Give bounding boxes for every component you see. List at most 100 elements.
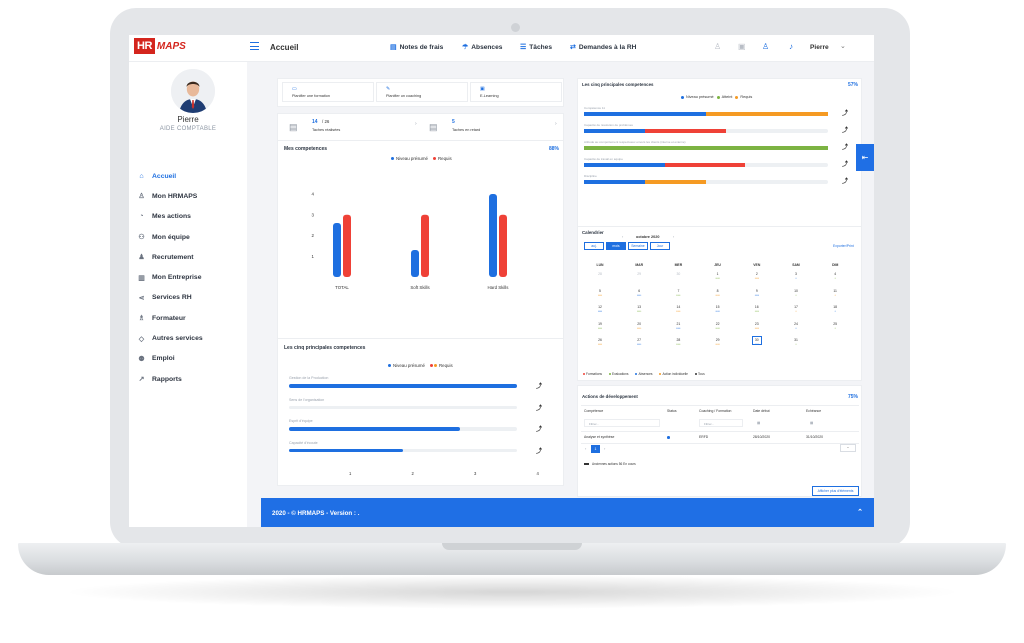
legend-action-individuelle[interactable]: Action individuelle bbox=[659, 372, 688, 376]
calendar-date[interactable]: 28 bbox=[591, 272, 609, 276]
sidebar-item-emploi[interactable]: ⚉ Emploi bbox=[134, 349, 244, 369]
nav-absences[interactable]: ☂ Absences bbox=[462, 43, 502, 52]
pagination-page[interactable]: 1 bbox=[591, 445, 600, 453]
calendar-date[interactable]: 20 bbox=[630, 322, 648, 326]
sidebar-item-mon-entreprise[interactable]: ▥ Mon Entreprise bbox=[134, 267, 244, 287]
event-markers[interactable]: •••• bbox=[748, 277, 766, 280]
user-add-icon[interactable]: ♙ bbox=[714, 42, 721, 51]
side-panel-toggle-icon[interactable]: ⇤ bbox=[856, 144, 874, 171]
page-next-icon[interactable]: › bbox=[604, 446, 605, 451]
col-coaching[interactable]: Coaching / Formation bbox=[699, 409, 731, 413]
user-menu[interactable]: Pierre bbox=[810, 44, 829, 51]
sidebar-item-mes-actions[interactable]: ◔ Mes actions bbox=[134, 207, 244, 227]
event-markers[interactable]: • bbox=[826, 310, 844, 313]
col-status[interactable]: Status bbox=[667, 409, 677, 413]
trend-icon[interactable]: ⤴ bbox=[842, 159, 848, 168]
event-markers[interactable]: • bbox=[787, 277, 805, 280]
sidebar-item-autres-services[interactable]: ◇ Autres services bbox=[134, 328, 244, 348]
event-markers[interactable]: •••• bbox=[591, 343, 609, 346]
view-today-button[interactable]: auj. bbox=[584, 242, 604, 250]
date-picker-icon[interactable]: ▦ bbox=[757, 421, 760, 425]
calendar-date[interactable]: 5 bbox=[591, 289, 609, 293]
bar-niveau[interactable] bbox=[289, 384, 517, 388]
event-markers[interactable]: •••• bbox=[591, 310, 609, 313]
event-markers[interactable]: •••• bbox=[709, 326, 727, 330]
event-markers[interactable]: • bbox=[787, 326, 805, 330]
nav-notes-de-frais[interactable]: ▤ Notes de frais bbox=[390, 43, 443, 52]
calendar-date[interactable]: 9 bbox=[748, 289, 766, 293]
avatar[interactable] bbox=[171, 69, 215, 113]
calendar-date[interactable]: 6 bbox=[630, 289, 648, 293]
bar-niveau[interactable] bbox=[489, 194, 497, 277]
trend-icon[interactable]: ⤴ bbox=[842, 176, 848, 185]
event-markers[interactable]: •••• bbox=[669, 326, 687, 330]
calendar-date[interactable]: 25 bbox=[826, 322, 844, 326]
event-markers[interactable]: •••• bbox=[630, 343, 648, 346]
event-markers[interactable]: • bbox=[826, 277, 844, 280]
page-size-select[interactable]: ⌄ bbox=[840, 444, 856, 452]
trend-icon[interactable]: ⤴ bbox=[842, 125, 848, 134]
event-markers[interactable]: •••• bbox=[669, 310, 687, 313]
calendar-date[interactable]: 23 bbox=[748, 322, 766, 326]
col-echeance[interactable]: Echéance bbox=[806, 409, 821, 413]
quick-action-elearning[interactable]: ▣ E-Learning bbox=[470, 82, 562, 102]
export-print-link[interactable]: Exporter/Print bbox=[833, 244, 854, 248]
sidebar-item-recrutement[interactable]: ♟ Recrutement bbox=[134, 247, 244, 267]
filter-coaching-input[interactable]: Filtrer... bbox=[699, 419, 743, 427]
event-markers[interactable]: •••• bbox=[630, 293, 648, 297]
calendar-date[interactable]: 8 bbox=[709, 289, 727, 293]
view-day-button[interactable]: Jour bbox=[650, 242, 670, 250]
event-markers[interactable]: •••• bbox=[709, 343, 727, 346]
trend-icon[interactable]: ⤴ bbox=[536, 381, 542, 390]
sidebar-item-services-rh[interactable]: ⋖ Services RH bbox=[134, 288, 244, 308]
bar-segment-orange[interactable] bbox=[645, 180, 706, 184]
quick-action-formation[interactable]: ▭ Planifier une formation bbox=[282, 82, 374, 102]
bar-niveau[interactable] bbox=[411, 250, 419, 277]
calendar-month[interactable]: octobre 2020 bbox=[636, 235, 659, 239]
sidebar-item-mon-hrmaps[interactable]: ♙ Mon HRMAPS bbox=[134, 186, 244, 206]
view-week-button[interactable]: Semaine bbox=[628, 242, 648, 250]
filter-competence-input[interactable]: Filtrer... bbox=[584, 419, 660, 427]
calendar-date[interactable]: 11 bbox=[826, 289, 844, 293]
event-markers[interactable]: •••• bbox=[709, 310, 727, 313]
document-icon[interactable]: ▣ bbox=[738, 42, 746, 51]
bar-requis[interactable] bbox=[421, 214, 429, 277]
sidebar-item-formateur[interactable]: ♗ Formateur bbox=[134, 308, 244, 328]
trend-icon[interactable]: ⤴ bbox=[536, 424, 542, 433]
nav-demandes-rh[interactable]: ⇄ Demandes à la RH bbox=[570, 43, 636, 52]
event-markers[interactable]: •••• bbox=[669, 293, 687, 297]
page-prev-icon[interactable]: ‹ bbox=[585, 446, 586, 451]
bar-segment-blue[interactable] bbox=[584, 163, 665, 167]
event-markers[interactable]: •••• bbox=[591, 326, 609, 330]
quick-action-coaching[interactable]: ✎ Planifier un coaching bbox=[376, 82, 468, 102]
bar-niveau[interactable] bbox=[333, 223, 341, 277]
bar-niveau[interactable] bbox=[289, 427, 460, 431]
calendar-date[interactable]: 10 bbox=[787, 289, 805, 293]
calendar-date[interactable]: 7 bbox=[669, 289, 687, 293]
sidebar-item-mon-equipe[interactable]: ⚇ Mon équipe bbox=[134, 227, 244, 247]
legend-tous[interactable]: Tous bbox=[694, 372, 705, 376]
event-markers[interactable]: •••• bbox=[709, 293, 727, 297]
profile-icon[interactable]: ♙ bbox=[762, 42, 769, 51]
bar-requis[interactable] bbox=[343, 214, 351, 277]
menu-icon[interactable] bbox=[250, 42, 259, 50]
trend-icon[interactable]: ⤴ bbox=[536, 403, 542, 412]
sidebar-item-rapports[interactable]: ↗ Rapports bbox=[134, 369, 244, 389]
legend-formations[interactable]: Formations bbox=[583, 372, 602, 376]
calendar-next-icon[interactable]: › bbox=[673, 235, 674, 239]
event-markers[interactable]: •••• bbox=[591, 293, 609, 297]
event-markers[interactable]: •••• bbox=[709, 277, 727, 280]
calendar-date[interactable]: 24 bbox=[787, 322, 805, 326]
calendar-date[interactable]: 30 bbox=[669, 272, 687, 276]
sidebar-item-accueil[interactable]: ⌂ Accueil bbox=[134, 166, 244, 186]
chevron-right-icon[interactable]: › bbox=[555, 121, 557, 127]
row-competence[interactable]: Analyse et synthèse bbox=[584, 435, 614, 439]
calendar-date[interactable]: 29 bbox=[630, 272, 648, 276]
bar-segment-orange[interactable] bbox=[706, 112, 828, 116]
event-markers[interactable]: •••• bbox=[669, 343, 687, 346]
trend-icon[interactable]: ⤴ bbox=[536, 446, 542, 455]
bar-segment-red[interactable] bbox=[645, 129, 726, 133]
bell-icon[interactable]: ♪ bbox=[789, 42, 793, 51]
bar-segment-blue[interactable] bbox=[584, 180, 645, 184]
view-month-button[interactable]: mois bbox=[606, 242, 626, 250]
